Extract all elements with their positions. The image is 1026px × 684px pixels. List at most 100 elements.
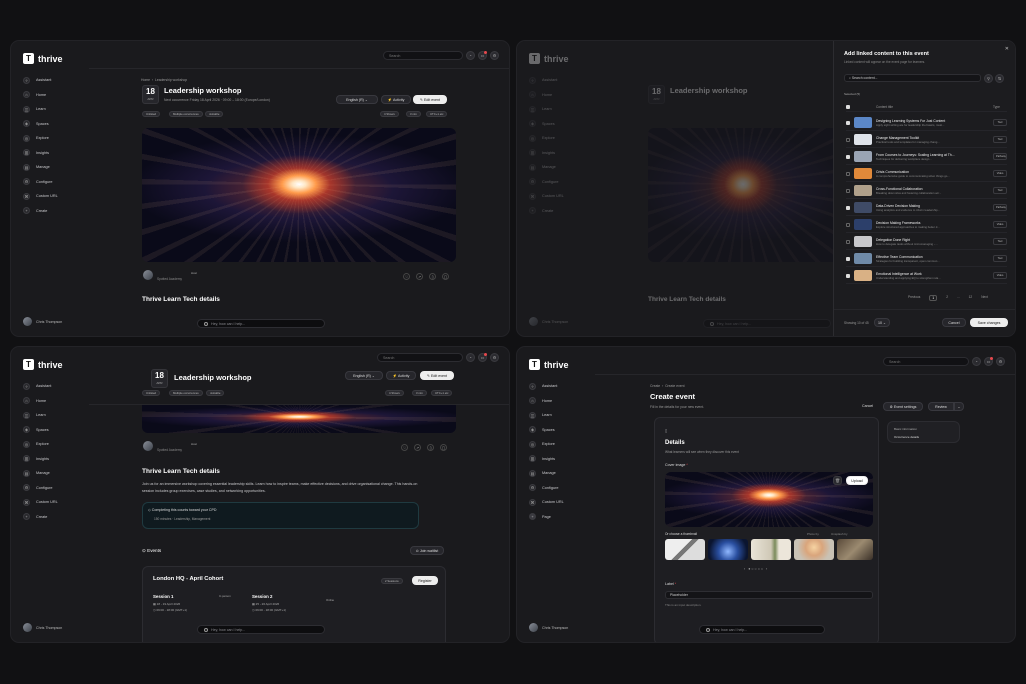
language-select[interactable]: English (R) ⌄ — [336, 95, 378, 104]
inbox-icon[interactable]: ▭ — [478, 51, 487, 60]
row-checkbox[interactable] — [846, 171, 850, 176]
sidebar-item-custom-url[interactable]: ⌘ Custom URL — [529, 495, 591, 510]
pagination-item[interactable]: 1 — [929, 295, 938, 301]
sidebar-item-custom-url[interactable]: ⌘ Custom URL — [23, 189, 85, 204]
sidebar-item-explore[interactable]: ◎ Explore — [529, 437, 591, 452]
sidebar-item-learn[interactable]: ◫ Learn — [23, 408, 85, 423]
bookmark-icon[interactable]: ▯ — [427, 444, 434, 451]
pagination-item[interactable]: 2 — [946, 295, 948, 301]
review-dropdown-icon[interactable]: ⌄ — [954, 402, 964, 411]
language-select[interactable]: English (R) ⌄ — [345, 371, 383, 380]
comment-icon[interactable]: ▢ — [442, 273, 449, 280]
sidebar-item-explore[interactable]: ◎ Explore — [23, 131, 85, 146]
register-button[interactable]: Register — [412, 576, 438, 585]
sidebar-item-assistant[interactable]: ✧ Assistant — [23, 73, 85, 88]
heart-icon[interactable]: ♡ — [403, 273, 410, 280]
user-profile[interactable]: Chris Thompson — [23, 623, 62, 632]
search-input[interactable]: Search — [377, 353, 463, 362]
chevron-right-icon[interactable]: › — [766, 567, 767, 571]
user-profile[interactable]: Chris Thompson — [23, 317, 62, 326]
bell-icon[interactable]: ◔ — [972, 357, 981, 366]
sidebar-item-spaces[interactable]: ◈ Spaces — [23, 117, 85, 132]
sidebar-item-spaces[interactable]: ◈ Spaces — [23, 423, 85, 438]
sort-icon[interactable]: ⇅ — [995, 74, 1004, 83]
edit-event-button[interactable]: ✎ Edit event — [420, 371, 454, 380]
event-settings-button[interactable]: ⚙ Event settings — [883, 402, 923, 411]
filter-icon[interactable]: ⚲ — [984, 74, 993, 83]
sidebar-item-home[interactable]: ⌂ Home — [23, 88, 85, 103]
row-checkbox[interactable] — [846, 154, 850, 159]
thumbnail-option[interactable] — [837, 539, 873, 560]
sidebar-item-home[interactable]: ⌂ Home — [529, 394, 591, 409]
table-row[interactable]: Delegation Done Right How to delegate tas… — [846, 234, 1007, 250]
heart-icon[interactable]: ♡ — [401, 444, 408, 451]
search-input[interactable]: Search — [883, 357, 969, 366]
sidebar-item-assistant[interactable]: ✧ Assistant — [529, 379, 591, 394]
table-row[interactable]: Data-Driven Decision Making Using analyti… — [846, 200, 1007, 216]
row-checkbox[interactable] — [846, 273, 850, 278]
assistant-input[interactable]: Hey, how can I help... — [197, 625, 325, 634]
select-all-checkbox[interactable] — [846, 105, 850, 109]
bookmark-icon[interactable]: ▯ — [429, 273, 436, 280]
cancel-button[interactable]: Cancel — [942, 318, 966, 327]
table-row[interactable]: Crisis Communication A comprehensive guid… — [846, 166, 1007, 182]
settings-icon[interactable]: ⚙ — [490, 353, 499, 362]
breadcrumb-create[interactable]: Create — [650, 384, 660, 388]
row-checkbox[interactable] — [846, 239, 850, 244]
share-icon[interactable]: ↗ — [414, 444, 421, 451]
app-logo[interactable]: Tthrive — [529, 359, 569, 370]
sidebar-item-manage[interactable]: ▤ Manage — [23, 466, 85, 481]
thumbnail-option[interactable] — [708, 539, 748, 560]
sidebar-item-explore[interactable]: ◎ Explore — [23, 437, 85, 452]
pagination-item[interactable]: Next — [981, 295, 988, 301]
activity-button[interactable]: ⚡ Activity — [381, 95, 411, 104]
row-checkbox[interactable] — [846, 222, 850, 227]
sidebar-item-home[interactable]: ⌂ Home — [23, 394, 85, 409]
table-row[interactable]: Cross-Functional Collaboration Breaking d… — [846, 183, 1007, 199]
app-logo[interactable]: Tthrive — [23, 359, 63, 370]
sidebar-item-insights[interactable]: ▥ Insights — [529, 452, 591, 467]
sidebar-item-learn[interactable]: ◫ Learn — [529, 408, 591, 423]
table-row[interactable]: Effective Team Communication Strategies f… — [846, 251, 1007, 267]
section-nav-basic[interactable]: Basic information — [894, 427, 917, 431]
bell-icon[interactable]: ◔ — [466, 353, 475, 362]
cancel-link[interactable]: Cancel — [862, 404, 873, 408]
breadcrumb-home[interactable]: Home — [141, 78, 150, 82]
thumbnail-option[interactable] — [794, 539, 834, 560]
upload-button[interactable]: Upload — [846, 476, 868, 485]
share-icon[interactable]: ↗ — [416, 273, 423, 280]
label-input[interactable]: Placeholder — [665, 591, 873, 599]
settings-icon[interactable]: ⚙ — [996, 357, 1005, 366]
sidebar-item-manage[interactable]: ▤ Manage — [529, 466, 591, 481]
per-page-select[interactable]: 10 ⌄ — [874, 318, 890, 327]
sidebar-item-learn[interactable]: ◫ Learn — [23, 102, 85, 117]
sidebar-item-insights[interactable]: ▥ Insights — [23, 146, 85, 161]
sidebar-item-create[interactable]: + Create — [23, 510, 85, 525]
review-button[interactable]: Review — [928, 402, 954, 411]
pagination-item[interactable]: 12 — [969, 295, 973, 301]
table-row[interactable]: Designing Learning Systems For Just Cont… — [846, 115, 1007, 131]
section-nav-occurrence[interactable]: Occurrence details — [894, 435, 919, 439]
sidebar-item-create[interactable]: + Create — [23, 204, 85, 219]
thumbnail-option[interactable] — [751, 539, 791, 560]
table-row[interactable]: Emotional Intelligence at Work Understand… — [846, 268, 1007, 284]
assistant-input[interactable]: Hey, how can I help... — [699, 625, 825, 634]
close-icon[interactable]: ✕ — [1005, 46, 1009, 52]
chevron-left-icon[interactable]: ‹ — [744, 567, 745, 571]
search-input[interactable]: Search — [383, 51, 463, 60]
pagination-item[interactable]: ... — [957, 295, 960, 301]
content-search-input[interactable]: ⌕ Search content... — [844, 74, 981, 82]
row-checkbox[interactable] — [846, 188, 850, 193]
sidebar-item-configure[interactable]: ⚙ Configure — [23, 481, 85, 496]
sidebar-item-page[interactable]: + Page — [529, 510, 591, 525]
pagination-item[interactable]: Previous — [908, 295, 920, 301]
assistant-input[interactable]: Hey, how can I help... — [197, 319, 325, 328]
row-checkbox[interactable] — [846, 205, 850, 210]
join-waitlist-button[interactable]: ⊙ Join waitlist — [410, 546, 444, 555]
activity-button[interactable]: ⚡ Activity — [386, 371, 416, 380]
settings-icon[interactable]: ⚙ — [490, 51, 499, 60]
inbox-icon[interactable]: ▭ — [478, 353, 487, 362]
inbox-icon[interactable]: ▭ — [984, 357, 993, 366]
sidebar-item-custom-url[interactable]: ⌘ Custom URL — [23, 495, 85, 510]
row-checkbox[interactable] — [846, 120, 850, 125]
